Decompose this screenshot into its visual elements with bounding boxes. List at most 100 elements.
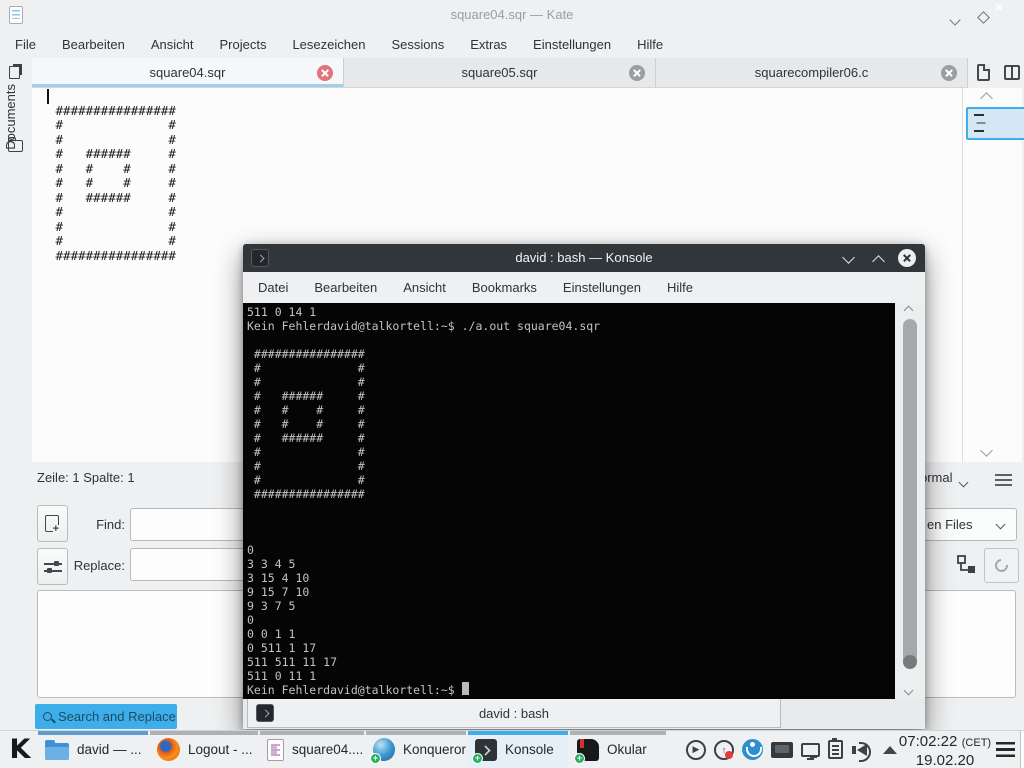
konqueror-icon: + xyxy=(373,738,395,761)
tab-square04[interactable]: square04.sqr xyxy=(32,58,344,87)
diamond-maximize-icon xyxy=(977,11,990,24)
scope-label: en Files xyxy=(927,517,973,532)
konsole-menu-bearbeiten[interactable]: Bearbeiten xyxy=(301,275,390,300)
task-label: Logout - ... xyxy=(188,742,253,757)
kate-menu-ansicht[interactable]: Ansicht xyxy=(138,32,207,57)
terminal-output[interactable]: 511 0 14 1 Kein Fehlerdavid@talkortell:~… xyxy=(243,303,895,699)
terminal-text: 511 0 14 1 Kein Fehlerdavid@talkortell:~… xyxy=(247,305,600,697)
editor-text[interactable]: ################ # # # # # ###### # # # … xyxy=(32,89,176,263)
refresh-search-button[interactable] xyxy=(984,548,1019,583)
firefox-icon xyxy=(157,738,180,761)
okular-icon: + xyxy=(577,739,599,761)
task-firefox[interactable]: Logout - ... xyxy=(150,731,258,768)
task-label: Konsole xyxy=(505,742,554,757)
konsole-close-button[interactable] xyxy=(898,249,916,267)
task-konqueror[interactable]: + Konqueror xyxy=(366,731,466,768)
expand-results-icon[interactable] xyxy=(995,474,1012,486)
plus-badge-icon: + xyxy=(472,753,483,764)
digital-clock[interactable]: 07:02:22 (CET) 19.02.20 xyxy=(898,733,992,768)
konsole-menu-bookmarks[interactable]: Bookmarks xyxy=(459,275,550,300)
konsole-window: david : bash — Konsole Datei Bearbeiten … xyxy=(243,244,925,729)
tab-square05[interactable]: square05.sqr xyxy=(344,58,656,87)
kate-menu-einstellungen[interactable]: Einstellungen xyxy=(520,32,624,57)
task-label: Konqueror xyxy=(403,742,466,757)
volume-icon[interactable] xyxy=(857,744,867,756)
konsole-titlebar[interactable]: david : bash — Konsole xyxy=(243,244,925,272)
taskbar: K david — ... Logout - ... square04.... … xyxy=(0,730,1024,768)
terminal-cursor xyxy=(462,682,469,695)
kate-menu-hilfe[interactable]: Hilfe xyxy=(624,32,676,57)
kate-menu-extras[interactable]: Extras xyxy=(457,32,520,57)
chevron-up-icon xyxy=(980,92,993,105)
panel-menu-icon[interactable] xyxy=(996,742,1015,757)
kate-minimize-button[interactable] xyxy=(951,11,967,27)
accessibility-icon[interactable] xyxy=(742,739,763,760)
terminal-scrollbar[interactable] xyxy=(895,303,925,699)
task-okular[interactable]: + Okular xyxy=(570,731,666,768)
system-tray: ▶ ↑ xyxy=(686,731,897,768)
scrollbar-thumb[interactable] xyxy=(903,319,917,667)
task-konsole[interactable]: + Konsole xyxy=(468,731,568,768)
application-launcher-button[interactable]: K xyxy=(4,734,36,766)
konsole-window-title: david : bash — Konsole xyxy=(243,250,925,265)
scroll-down-icon[interactable] xyxy=(904,686,914,696)
task-kate[interactable]: square04.... xyxy=(260,731,364,768)
task-indicator xyxy=(570,731,666,735)
kate-menu-bearbeiten[interactable]: Bearbeiten xyxy=(49,32,138,57)
kate-titlebar[interactable]: square04.sqr — Kate xyxy=(0,0,1024,30)
konsole-menu-ansicht[interactable]: Ansicht xyxy=(390,275,459,300)
new-document-icon[interactable] xyxy=(977,64,990,81)
kate-menu-sessions[interactable]: Sessions xyxy=(378,32,457,57)
task-indicator xyxy=(366,731,466,735)
tab-label: square05.sqr xyxy=(462,65,538,80)
tab-close-icon[interactable] xyxy=(629,65,645,81)
task-dolphin[interactable]: david — ... xyxy=(38,731,148,768)
konsole-menu-hilfe[interactable]: Hilfe xyxy=(654,275,706,300)
tab-squarecompiler06[interactable]: squarecompiler06.c xyxy=(656,58,968,87)
kate-window-title: square04.sqr — Kate xyxy=(0,7,1024,22)
media-player-icon[interactable]: ▶ xyxy=(686,740,706,760)
konsole-session-tab[interactable]: david : bash xyxy=(247,699,781,728)
search-icon xyxy=(43,712,52,721)
minimap-viewport[interactable] xyxy=(966,107,1024,140)
kate-menubar: File Bearbeiten Ansicht Projects Lesezei… xyxy=(0,30,1024,58)
display-settings-icon[interactable] xyxy=(801,743,820,757)
chevron-down-icon xyxy=(842,251,855,264)
filesystem-browser-icon[interactable] xyxy=(8,140,23,152)
konsole-tabbar: david : bash xyxy=(243,699,925,729)
screen-share-icon[interactable] xyxy=(771,742,793,758)
tree-view-icon[interactable] xyxy=(956,554,978,576)
expand-tray-icon[interactable] xyxy=(883,746,897,754)
clock-time: 07:02:22 xyxy=(899,733,957,750)
konsole-maximize-button[interactable] xyxy=(874,257,883,266)
kate-menu-lesezeichen[interactable]: Lesezeichen xyxy=(279,32,378,57)
scroll-up-icon[interactable] xyxy=(904,306,914,316)
plus-badge-icon: + xyxy=(370,753,381,764)
clock-date: 19.02.20 xyxy=(898,752,992,768)
konsole-icon: + xyxy=(475,739,497,761)
tab-close-icon[interactable] xyxy=(941,65,957,81)
kate-menu-file[interactable]: File xyxy=(2,32,49,57)
scroll-up-icon[interactable] xyxy=(982,94,991,103)
chevron-down-icon xyxy=(980,444,993,457)
clock-timezone: (CET) xyxy=(962,737,991,749)
documents-icon xyxy=(9,66,20,79)
scroll-down-icon[interactable] xyxy=(982,446,991,455)
konsole-minimize-button[interactable] xyxy=(844,253,853,262)
clipboard-icon[interactable] xyxy=(828,740,843,759)
text-cursor xyxy=(47,89,49,104)
konsole-menu-einstellungen[interactable]: Einstellungen xyxy=(550,275,654,300)
tab-close-icon[interactable] xyxy=(317,65,333,81)
split-view-icon[interactable] xyxy=(1004,65,1020,80)
find-label: Find: xyxy=(37,517,125,532)
kate-maximize-button[interactable] xyxy=(979,9,995,25)
updates-icon[interactable]: ↑ xyxy=(714,740,734,760)
konsole-menu-datei[interactable]: Datei xyxy=(245,275,301,300)
task-label: david — ... xyxy=(77,742,142,757)
task-indicator xyxy=(38,731,148,735)
plus-badge-icon: + xyxy=(574,753,585,764)
search-and-replace-toggle[interactable]: Search and Replace xyxy=(35,704,177,729)
toggle-label: Search and Replace xyxy=(58,709,176,724)
kate-menu-projects[interactable]: Projects xyxy=(206,32,279,57)
show-desktop-button[interactable] xyxy=(1020,731,1024,768)
